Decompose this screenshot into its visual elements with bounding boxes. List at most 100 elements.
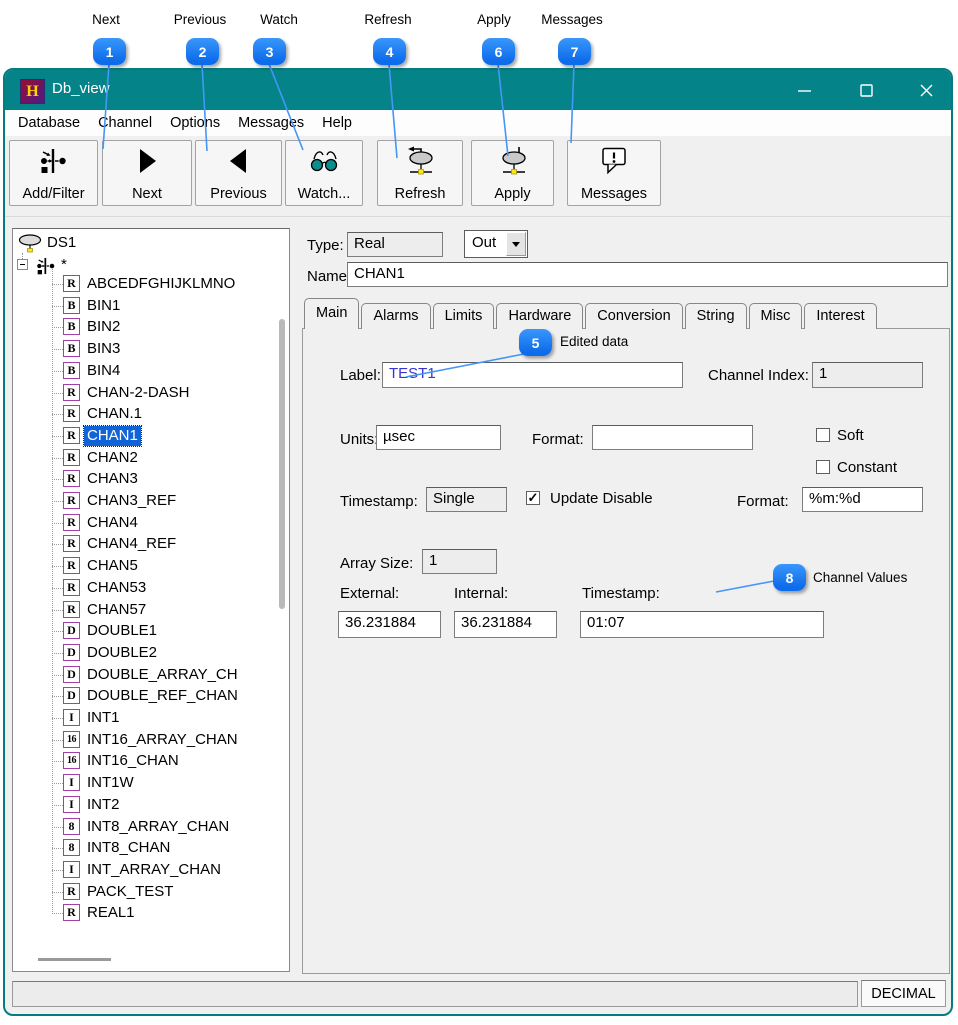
tree-item[interactable]: I INT1 xyxy=(13,708,289,729)
tree-horizontal-scrollbar[interactable] xyxy=(38,958,111,961)
tree-item[interactable]: RCHAN4 xyxy=(13,513,289,534)
type-icon-B: B xyxy=(63,318,80,335)
update-disable-label: Update Disable xyxy=(550,490,653,507)
menu-help[interactable]: Help xyxy=(313,112,361,134)
tree-item[interactable]: IINT2 xyxy=(13,795,289,816)
tree-item[interactable]: RCHAN57 xyxy=(13,600,289,621)
external-field[interactable]: 36.231884 xyxy=(338,611,441,638)
menu-options[interactable]: Options xyxy=(161,112,229,134)
channel-tree[interactable]: DS1*RABCEDFGHIJKLMNOBBIN1BBIN2BBIN3BBIN4… xyxy=(12,228,290,972)
label-label: Label: xyxy=(340,367,381,384)
tree-root-row[interactable]: DS1 xyxy=(13,233,289,254)
tree-item[interactable]: RCHAN2 xyxy=(13,448,289,469)
tree-vertical-scrollbar[interactable] xyxy=(279,319,285,609)
tree-item-label: CHAN4_REF xyxy=(87,534,176,554)
tab-hardware[interactable]: Hardware xyxy=(496,303,583,329)
toolbar-button-watch[interactable]: Watch... xyxy=(285,140,363,206)
tree-item-label: INT_ARRAY_CHAN xyxy=(87,860,221,880)
type-icon-R: R xyxy=(63,557,80,574)
type-icon-I: I xyxy=(63,709,80,726)
tree-item[interactable]: BBIN3 xyxy=(13,339,289,360)
format2-field[interactable]: %m:%d xyxy=(802,487,923,512)
tree-item[interactable]: RCHAN5 xyxy=(13,556,289,577)
units-field[interactable]: µsec xyxy=(376,425,501,450)
tree-item[interactable]: RCHAN53 xyxy=(13,578,289,599)
tab-string[interactable]: String xyxy=(685,303,747,329)
close-button[interactable] xyxy=(910,75,942,105)
label-field[interactable]: TEST1 xyxy=(382,362,683,388)
tree-item[interactable]: I INT_ARRAY_CHAN xyxy=(13,860,289,881)
tree-item[interactable]: 8INT8_CHAN xyxy=(13,838,289,859)
tab-conversion[interactable]: Conversion xyxy=(585,303,682,329)
callout-label-watch: Watch xyxy=(260,12,298,27)
toolbar-button-messages[interactable]: Messages xyxy=(567,140,661,206)
tab-misc[interactable]: Misc xyxy=(749,303,803,329)
chevron-down-icon xyxy=(512,242,520,247)
maximize-button[interactable] xyxy=(850,75,882,105)
tree-item-label: DOUBLE_REF_CHAN xyxy=(87,686,238,706)
tree-item-label: DOUBLE_ARRAY_CH xyxy=(87,665,238,685)
toolbar-button-previous[interactable]: Previous xyxy=(195,140,282,206)
tab-limits[interactable]: Limits xyxy=(433,303,495,329)
soft-checkbox[interactable] xyxy=(816,428,830,442)
type-icon-I: I xyxy=(63,796,80,813)
tree-item[interactable]: BBIN1 xyxy=(13,296,289,317)
tab-alarms[interactable]: Alarms xyxy=(361,303,430,329)
tree-item-label: CHAN1 xyxy=(84,426,141,446)
tree-item[interactable]: DDOUBLE2 xyxy=(13,643,289,664)
maximize-icon xyxy=(860,84,873,97)
toolbar-button-addfilter[interactable]: Add/Filter xyxy=(9,140,98,206)
format-field[interactable] xyxy=(592,425,753,450)
tree-item[interactable]: DDOUBLE_ARRAY_CH xyxy=(13,665,289,686)
tree-item[interactable]: IINT1W xyxy=(13,773,289,794)
tree-connector-stub xyxy=(52,870,63,871)
tree-item[interactable]: RCHAN1 xyxy=(13,426,289,447)
timestamp2-field[interactable]: 01:07 xyxy=(580,611,824,638)
tree-item[interactable]: 16INT16_CHAN xyxy=(13,751,289,772)
titlebar[interactable]: H Db_view xyxy=(5,70,951,110)
constant-checkbox[interactable] xyxy=(816,460,830,474)
internal-field[interactable]: 36.231884 xyxy=(454,611,557,638)
tree-item-label: INT1 xyxy=(87,708,120,728)
type-icon-R: R xyxy=(63,904,80,921)
type-label: Type: xyxy=(307,237,344,254)
tree-connector-stub xyxy=(52,805,63,806)
toolbar-button-next[interactable]: Next xyxy=(102,140,192,206)
tree-item[interactable]: RCHAN-2-DASH xyxy=(13,383,289,404)
callout-badge-1: 1 xyxy=(93,38,126,65)
update-disable-checkbox[interactable]: ✓ xyxy=(526,491,540,505)
tree-item[interactable]: RCHAN3_REF xyxy=(13,491,289,512)
tree-connector-stub xyxy=(52,284,63,285)
tree-item[interactable]: BBIN4 xyxy=(13,361,289,382)
tree-connector-stub xyxy=(52,501,63,502)
tree-item[interactable]: DDOUBLE1 xyxy=(13,621,289,642)
tab-interest[interactable]: Interest xyxy=(804,303,876,329)
tree-filter-row[interactable]: * xyxy=(13,255,289,276)
menu-channel[interactable]: Channel xyxy=(89,112,161,134)
toolbar-button-apply[interactable]: Apply xyxy=(471,140,554,206)
menu-database[interactable]: Database xyxy=(9,112,89,134)
tree-item[interactable]: RCHAN4_REF xyxy=(13,534,289,555)
minimize-button[interactable] xyxy=(788,75,820,105)
type-icon-I: I xyxy=(63,861,80,878)
tree-item[interactable]: 8INT8_ARRAY_CHAN xyxy=(13,817,289,838)
name-field[interactable]: CHAN1 xyxy=(347,262,948,287)
tree-item[interactable]: RPACK_TEST xyxy=(13,882,289,903)
toolbar-button-refresh[interactable]: Refresh xyxy=(377,140,463,206)
type-icon-R: R xyxy=(63,405,80,422)
internal-label: Internal: xyxy=(454,585,508,602)
direction-combo[interactable]: Out xyxy=(464,230,528,258)
tree-item[interactable]: BBIN2 xyxy=(13,317,289,338)
tree-item[interactable]: DDOUBLE_REF_CHAN xyxy=(13,686,289,707)
combo-dropdown-button[interactable] xyxy=(506,232,526,256)
tree-item[interactable]: 16INT16_ARRAY_CHAN xyxy=(13,730,289,751)
type-icon-8: 8 xyxy=(63,839,80,856)
tree-item[interactable]: RCHAN.1 xyxy=(13,404,289,425)
tree-item[interactable]: RABCEDFGHIJKLMNO xyxy=(13,274,289,295)
tab-main[interactable]: Main xyxy=(304,298,359,329)
callout-label-next: Next xyxy=(92,12,120,27)
apply-db-icon xyxy=(472,146,553,178)
tree-item[interactable]: RCHAN3 xyxy=(13,469,289,490)
tree-item[interactable]: RREAL1 xyxy=(13,903,289,924)
menu-messages[interactable]: Messages xyxy=(229,112,313,134)
